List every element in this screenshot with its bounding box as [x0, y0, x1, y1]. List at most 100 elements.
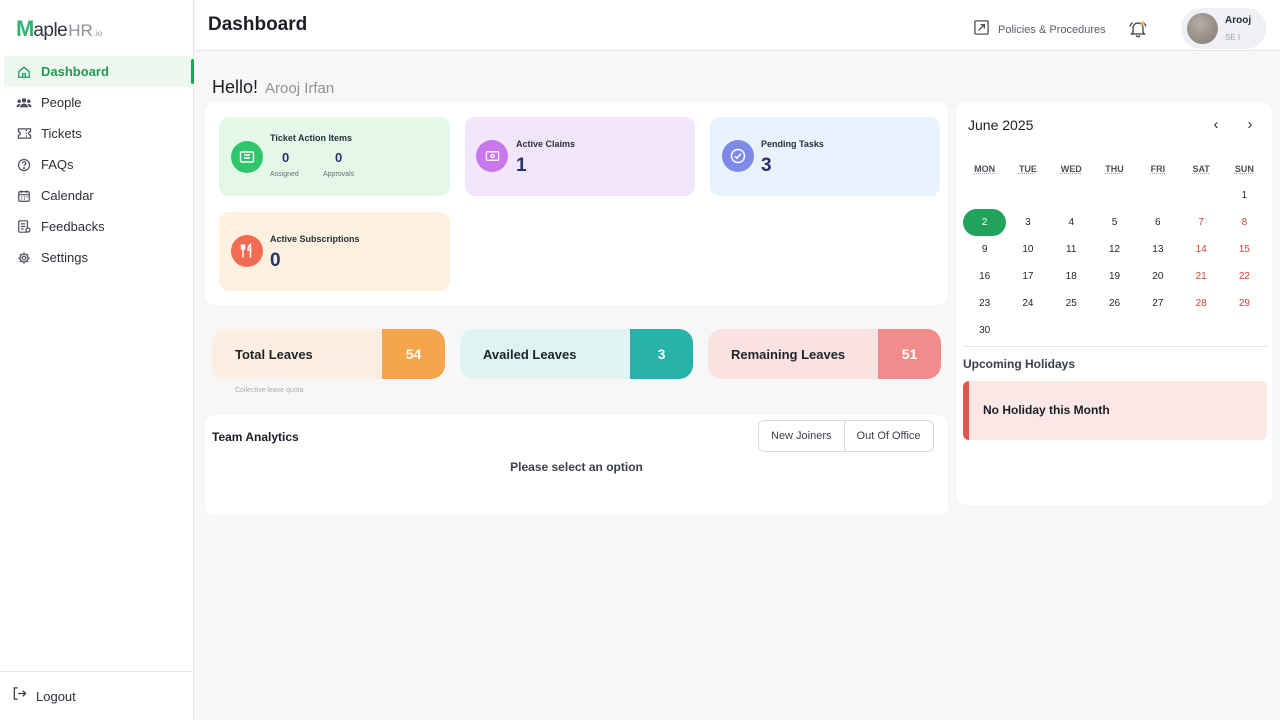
maplehr-logo[interactable]: Maple HR .io [16, 16, 102, 41]
ticket-action-items-card[interactable]: Ticket Action Items 0 Assigned 0 Approva… [219, 117, 450, 196]
active-subscriptions-value: 0 [270, 250, 281, 271]
calendar-month-title: June 2025 [968, 117, 1034, 133]
calendar-day[interactable]: 10 [1006, 236, 1049, 263]
calendar-weekday-row: MON TUE WED THU FRI SAT SUN [963, 155, 1265, 182]
calendar-day[interactable]: 19 [1093, 263, 1136, 290]
active-claims-card[interactable]: Active Claims 1 [465, 117, 695, 196]
calendar-day[interactable]: 20 [1136, 263, 1179, 290]
ticket-icon [16, 126, 32, 142]
calendar-day [1179, 182, 1222, 209]
question-icon [16, 157, 32, 173]
calendar-day [1136, 182, 1179, 209]
calendar-day [1050, 182, 1093, 209]
calendar-day [1179, 317, 1222, 344]
calendar-day[interactable]: 8 [1223, 209, 1266, 236]
calendar-day[interactable]: 11 [1050, 236, 1093, 263]
total-leaves-card[interactable]: Total Leaves 54 [212, 329, 445, 379]
user-profile-chip[interactable]: Arooj SE I [1181, 8, 1266, 49]
calendar-day[interactable]: 24 [1006, 290, 1049, 317]
holiday-notice: No Holiday this Month [963, 381, 1267, 440]
sidebar-item-label: Dashboard [41, 64, 109, 79]
calendar-week: 23 24 25 26 27 28 29 [963, 290, 1265, 317]
calendar-day[interactable]: 22 [1223, 263, 1266, 290]
calendar-prev-button[interactable]: ‹ [1206, 114, 1226, 134]
remaining-leaves-card[interactable]: Remaining Leaves 51 [708, 329, 941, 379]
calendar-day[interactable]: 23 [963, 290, 1006, 317]
sidebar-item-settings[interactable]: Settings [4, 242, 194, 273]
home-icon [16, 64, 32, 80]
user-role: SE I [1225, 33, 1241, 42]
calendar-day[interactable]: 28 [1179, 290, 1222, 317]
pending-tasks-value: 3 [761, 155, 772, 176]
calendar-day[interactable]: 17 [1006, 263, 1049, 290]
page-title: Dashboard [208, 14, 308, 35]
greeting: Hello! Arooj Irfan [212, 77, 334, 98]
calendar-day[interactable]: 4 [1050, 209, 1093, 236]
calendar-day[interactable]: 14 [1179, 236, 1222, 263]
top-header: Dashboard Policies & Procedures Arooj SE… [195, 0, 1280, 51]
total-leaves-value: 54 [382, 329, 445, 379]
policies-label: Policies & Procedures [998, 24, 1106, 36]
sidebar-item-label: Feedbacks [41, 219, 105, 234]
logout-button[interactable]: Logout [0, 671, 194, 720]
weekday-label: WED [1060, 163, 1082, 174]
assigned-label: Assigned [270, 171, 299, 178]
calendar-day[interactable]: 12 [1093, 236, 1136, 263]
sidebar: Maple HR .io Dashboard People Tickets FAQs [0, 0, 194, 720]
logout-label: Logout [36, 688, 76, 704]
calendar-day[interactable]: 1 [1223, 182, 1266, 209]
calendar-day[interactable]: 27 [1136, 290, 1179, 317]
sidebar-item-faqs[interactable]: FAQs [4, 149, 194, 180]
out-of-office-button[interactable]: Out Of Office [843, 421, 933, 451]
calendar-day[interactable]: 21 [1179, 263, 1222, 290]
sidebar-item-people[interactable]: People [4, 87, 194, 118]
pending-tasks-card[interactable]: Pending Tasks 3 [710, 117, 940, 196]
calendar-day[interactable]: 7 [1179, 209, 1222, 236]
policies-link[interactable]: Policies & Procedures [973, 19, 1106, 41]
ticket-icon [231, 141, 263, 173]
weekday-label: SAT [1192, 163, 1210, 174]
calendar-day[interactable]: 30 [963, 317, 1006, 344]
calendar-day[interactable]: 15 [1223, 236, 1266, 263]
sidebar-item-tickets[interactable]: Tickets [4, 118, 194, 149]
availed-leaves-value: 3 [630, 329, 693, 379]
calendar-day[interactable]: 25 [1050, 290, 1093, 317]
holiday-message: No Holiday this Month [983, 403, 1110, 417]
team-analytics-title: Team Analytics [212, 430, 299, 444]
calendar-icon [16, 188, 32, 204]
upcoming-holidays-title: Upcoming Holidays [963, 357, 1076, 371]
notifications-bell-icon[interactable] [1128, 19, 1148, 39]
assigned-count: 0 [282, 150, 290, 165]
total-leaves-label: Total Leaves [235, 347, 313, 362]
calendar-day[interactable]: 6 [1136, 209, 1179, 236]
calendar-next-button[interactable]: › [1240, 114, 1260, 134]
calendar-day[interactable]: 18 [1050, 263, 1093, 290]
sidebar-item-dashboard[interactable]: Dashboard [4, 56, 194, 87]
calendar-day[interactable]: 16 [963, 263, 1006, 290]
calendar-day[interactable]: 3 [1006, 209, 1049, 236]
greeting-hello: Hello! [212, 77, 259, 97]
card-title: Active Claims [516, 139, 576, 149]
weekday-label: SUN [1234, 163, 1254, 174]
new-joiners-button[interactable]: New Joiners [759, 421, 844, 451]
avatar [1187, 13, 1218, 44]
sidebar-nav: Dashboard People Tickets FAQs Calendar F… [4, 56, 194, 273]
sidebar-item-label: Settings [41, 250, 88, 265]
approvals-label: Approvals [323, 171, 355, 178]
calendar-grid: MON TUE WED THU FRI SAT SUN 1 2 3 4 5 6 … [963, 155, 1265, 344]
sidebar-item-label: Calendar [41, 188, 94, 203]
remaining-leaves-value: 51 [878, 329, 941, 379]
calendar-day-today[interactable]: 2 [963, 209, 1007, 236]
availed-leaves-card[interactable]: Availed Leaves 3 [460, 329, 693, 379]
calendar-day[interactable]: 26 [1093, 290, 1136, 317]
calendar-day[interactable]: 9 [963, 236, 1006, 263]
calendar-day[interactable]: 13 [1136, 236, 1179, 263]
active-subscriptions-card[interactable]: Active Subscriptions 0 [219, 212, 450, 291]
card-title: Ticket Action Items [270, 133, 353, 143]
sidebar-item-calendar[interactable]: Calendar [4, 180, 194, 211]
select-option-message: Please select an option [510, 460, 643, 474]
calendar-day[interactable]: 29 [1223, 290, 1266, 317]
sidebar-item-feedbacks[interactable]: Feedbacks [4, 211, 194, 242]
availed-leaves-label: Availed Leaves [483, 347, 577, 362]
calendar-day[interactable]: 5 [1093, 209, 1136, 236]
